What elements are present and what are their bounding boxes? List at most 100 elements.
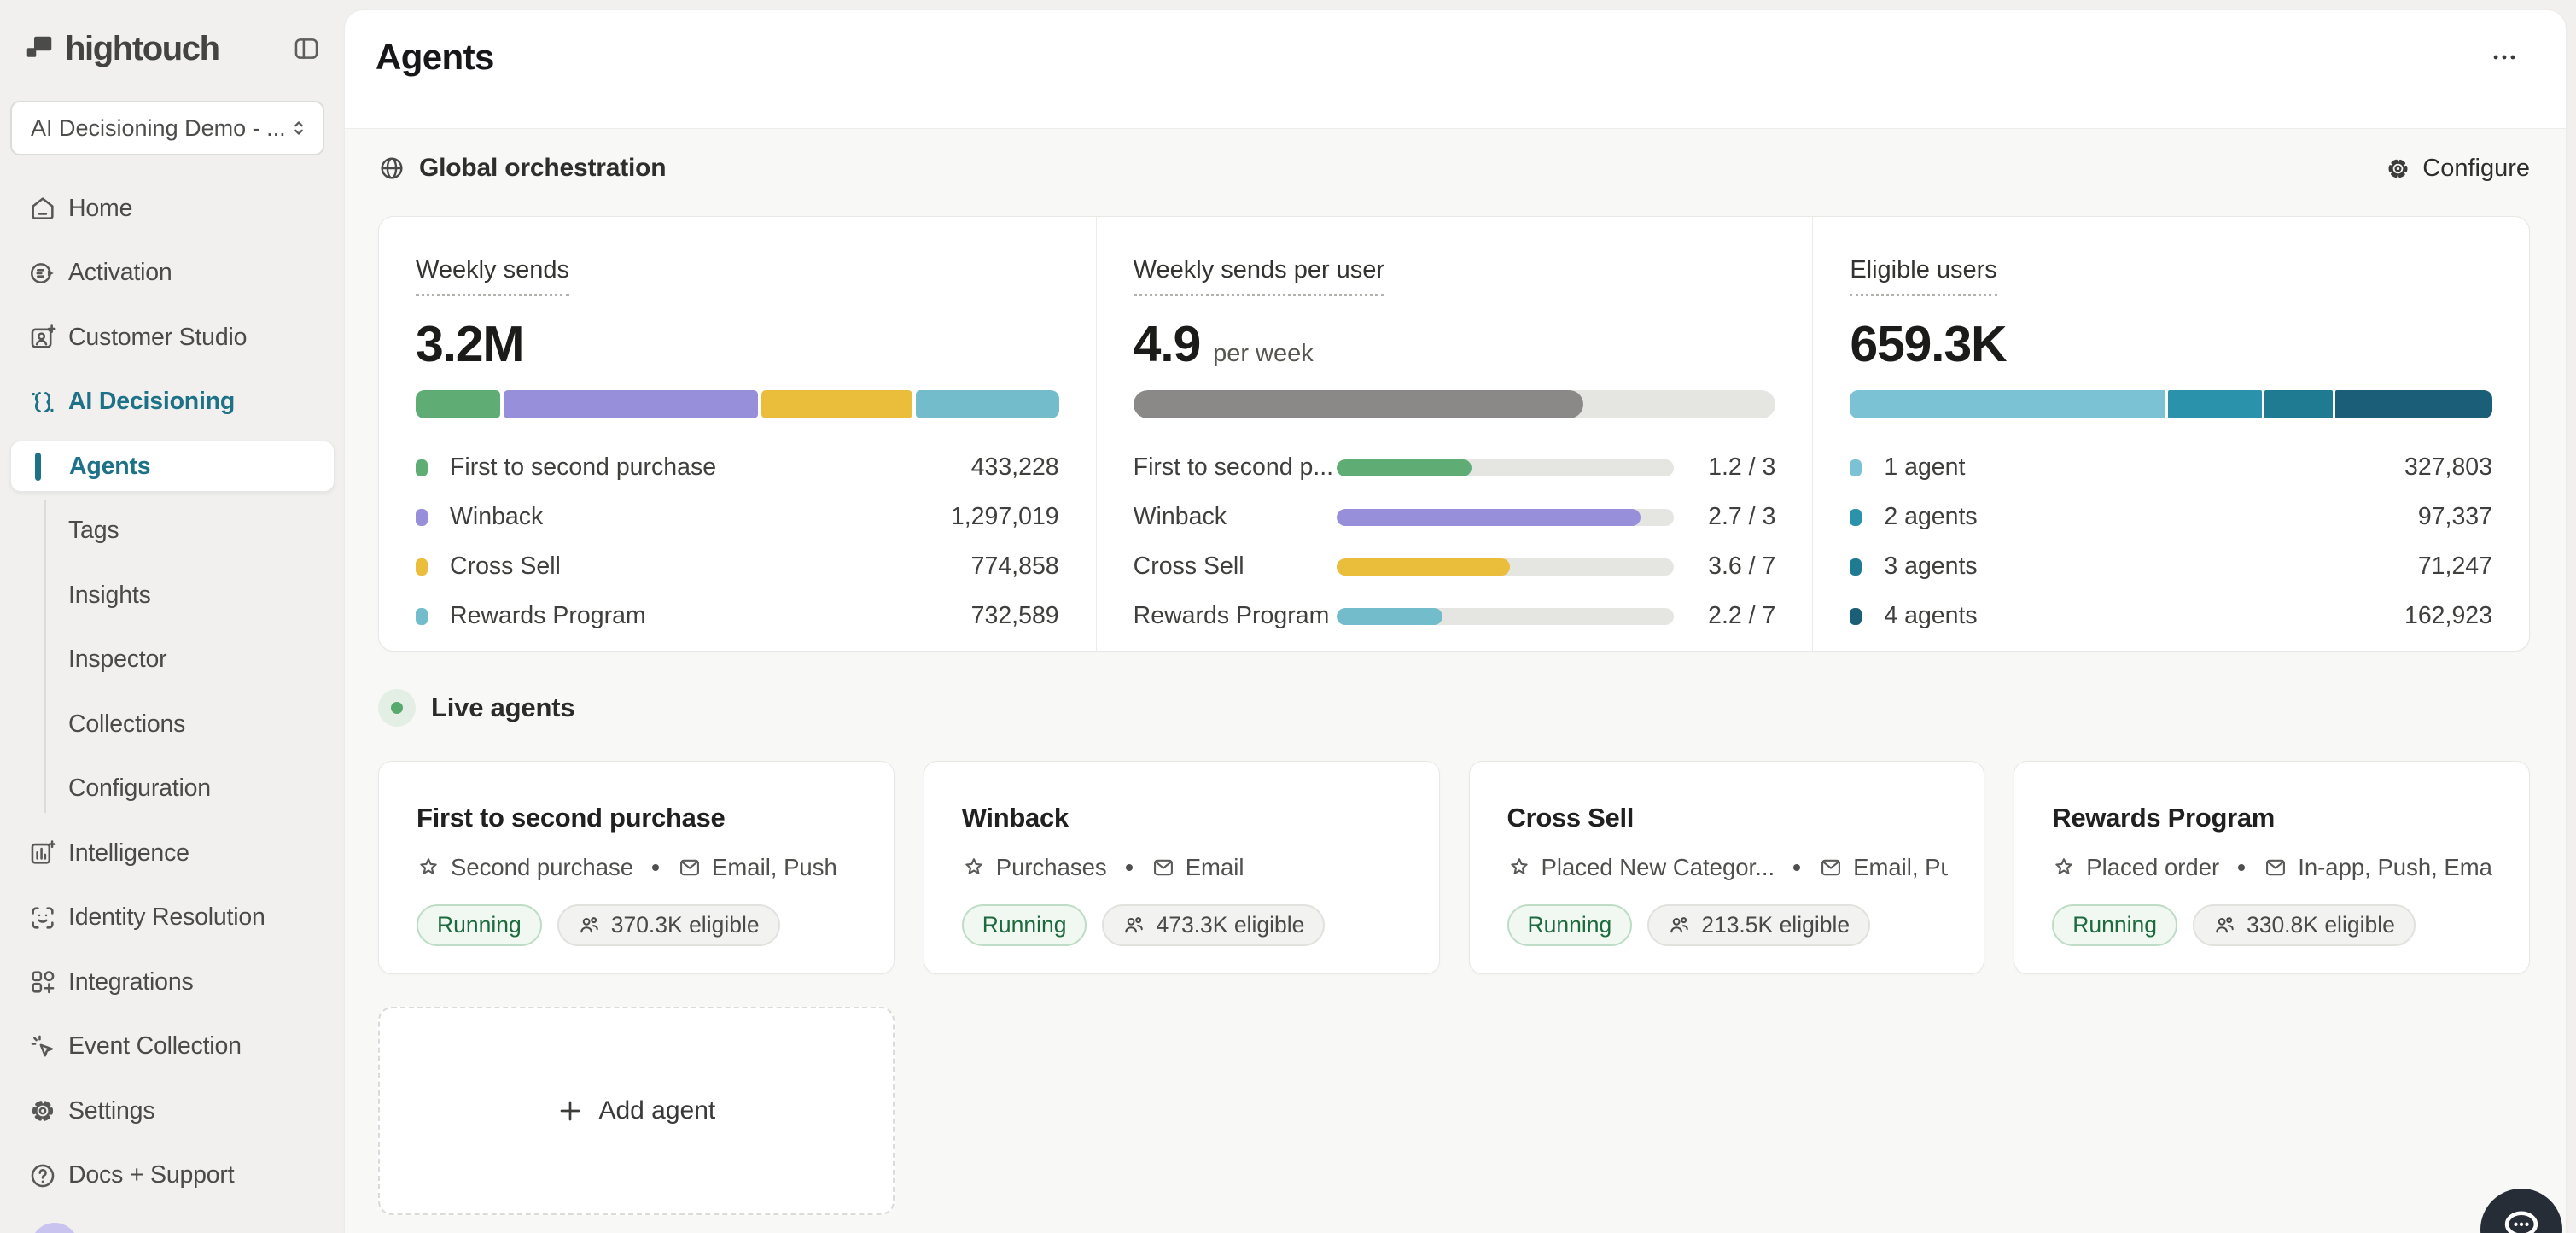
agent-badges: Running 330.8K eligible <box>2052 904 2493 946</box>
sidebar-item-label: Home <box>68 195 132 223</box>
legend-row: 1 agent 327,803 <box>1850 454 2492 481</box>
star-icon <box>2052 856 2076 879</box>
eligible-count: 330.8K eligible <box>2247 912 2395 938</box>
sidebar-item-label: Docs + Support <box>68 1161 234 1189</box>
weekly-sends-legend: First to second purchase 433,228 Winback… <box>416 454 1059 629</box>
sidebar-item-docs-support[interactable]: Docs + Support <box>10 1150 335 1201</box>
bar-segment <box>504 390 757 418</box>
customer-studio-icon <box>28 323 57 352</box>
star-icon <box>1507 856 1531 879</box>
sidebar-item-integrations[interactable]: Integrations <box>10 956 335 1008</box>
collapse-sidebar-button[interactable] <box>287 29 326 68</box>
status-badge: Running <box>2052 904 2177 946</box>
more-menu-button[interactable] <box>2480 38 2528 76</box>
legend-row: First to second purchase 433,228 <box>416 454 1059 481</box>
mini-progress-bar <box>1337 459 1675 476</box>
legend-row: 2 agents 97,337 <box>1850 504 2492 530</box>
agent-trigger: Placed order <box>2086 854 2219 881</box>
bar-fill <box>1134 390 1583 418</box>
hightouch-logo-icon <box>24 33 55 64</box>
sidebar-item-label: Identity Resolution <box>68 903 265 932</box>
sidebar-item-label: Agents <box>69 453 150 481</box>
chevrons-up-down-icon <box>287 116 311 140</box>
add-agent-label: Add agent <box>598 1096 715 1125</box>
add-agent-button[interactable]: Add agent <box>378 1007 895 1215</box>
eligible-count: 473.3K eligible <box>1156 912 1304 938</box>
mail-icon <box>678 856 702 879</box>
per-agent-frequency-list: First to second p... 1.2 / 3 Winback 2.7… <box>1134 454 1776 629</box>
agent-title: Winback <box>962 803 1403 833</box>
dot-separator <box>2238 864 2245 871</box>
activation-icon <box>28 259 57 288</box>
docs-support-icon <box>28 1161 57 1190</box>
agent-title: Cross Sell <box>1507 803 1949 833</box>
logo-text: hightouch <box>65 30 219 68</box>
app-root: hightouch AI Decisioning Demo - ... <box>0 0 2576 1233</box>
sidebar-item-tags[interactable]: Tags <box>10 505 335 557</box>
main-panel: Agents Global orchestration <box>345 10 2566 1233</box>
legend-row: 4 agents 162,923 <box>1850 603 2492 629</box>
section-title-live-agents: Live agents <box>431 692 574 723</box>
agent-title: First to second purchase <box>417 803 858 833</box>
sidebar-item-settings[interactable]: Settings <box>10 1085 335 1137</box>
ellipsis-icon <box>2490 43 2519 72</box>
sidebar-item-label: Integrations <box>68 968 194 996</box>
frequency-row: Winback 2.7 / 3 <box>1134 504 1776 530</box>
agent-channels: Email, Push <box>1853 854 1948 881</box>
sidebar-item-intelligence[interactable]: Intelligence <box>10 827 335 879</box>
sidebar-item-customer-studio[interactable]: Customer Studio <box>10 312 335 363</box>
users-icon <box>578 914 601 937</box>
sidebar-item-label: Event Collection <box>68 1032 242 1061</box>
mini-progress-bar <box>1337 608 1675 625</box>
agent-card-rewards-program[interactable]: Rewards Program Placed order In-app, Pus… <box>2014 761 2530 974</box>
panel-left-icon <box>292 34 321 63</box>
stat-metric: 4.9 per week <box>1134 315 1776 373</box>
agent-channels: In-app, Push, Email <box>2298 854 2493 881</box>
sidebar-item-activation[interactable]: Activation <box>10 248 335 299</box>
agent-card-winback[interactable]: Winback Purchases Email Running 473.3K e… <box>924 761 1440 974</box>
agent-card-first-to-second-purchase[interactable]: First to second purchase Second purchase… <box>378 761 895 974</box>
bar-segment <box>2168 390 2262 418</box>
sidebar-item-inspector[interactable]: Inspector <box>10 634 335 686</box>
agent-badges: Running 473.3K eligible <box>962 904 1403 946</box>
users-icon <box>2213 914 2236 937</box>
legend-bullet <box>416 608 428 625</box>
intelligence-icon <box>28 839 57 868</box>
globe-icon <box>378 155 405 182</box>
configure-button[interactable]: Configure <box>2385 155 2530 183</box>
sidebar-item-configuration[interactable]: Configuration <box>10 763 335 815</box>
sidebar-item-agents[interactable]: Agents <box>10 441 335 492</box>
bar-segment <box>761 390 912 418</box>
mini-progress-bar <box>1337 558 1675 576</box>
sidebar-item-label: Inspector <box>68 646 166 674</box>
agent-card-cross-sell[interactable]: Cross Sell Placed New Categor... Email, … <box>1469 761 1985 974</box>
workspace-selector[interactable]: AI Decisioning Demo - ... <box>10 101 324 155</box>
sidebar-item-ai-decisioning[interactable]: AI Decisioning <box>10 377 335 428</box>
stat-weekly-sends: Weekly sends 3.2M First to second purcha… <box>379 217 1096 652</box>
legend-bullet <box>416 459 428 476</box>
sidebar-item-collections[interactable]: Collections <box>10 698 335 750</box>
sidebar-item-label: Insights <box>68 581 151 610</box>
sidebar-item-label: Tags <box>68 517 119 545</box>
eligible-badge: 330.8K eligible <box>2193 904 2416 946</box>
bar-segment <box>2264 390 2333 418</box>
agent-trigger: Second purchase <box>451 854 633 881</box>
sidebar-item-home[interactable]: Home <box>10 183 335 234</box>
sidebar-item-identity-resolution[interactable]: Identity Resolution <box>10 892 335 944</box>
agent-title: Rewards Program <box>2052 803 2493 833</box>
global-orchestration-header: Global orchestration Configure <box>378 129 2530 185</box>
agent-meta: Placed New Categor... Email, Push <box>1507 854 1949 881</box>
configure-label: Configure <box>2422 155 2530 183</box>
dot-separator <box>1793 864 1800 871</box>
orchestration-stats-card: Weekly sends 3.2M First to second purcha… <box>378 216 2530 652</box>
user-avatar[interactable] <box>31 1223 79 1233</box>
star-icon <box>417 856 440 879</box>
sidebar-item-insights[interactable]: Insights <box>10 570 335 621</box>
agent-badges: Running 370.3K eligible <box>417 904 858 946</box>
identity-resolution-icon <box>28 903 57 932</box>
eligible-count: 213.5K eligible <box>1701 912 1850 938</box>
sidebar-item-event-collection[interactable]: Event Collection <box>10 1021 335 1072</box>
live-agents-header: Live agents <box>378 689 2530 727</box>
stat-title: Weekly sends <box>416 256 569 296</box>
stat-metric: 659.3K <box>1850 315 2492 373</box>
